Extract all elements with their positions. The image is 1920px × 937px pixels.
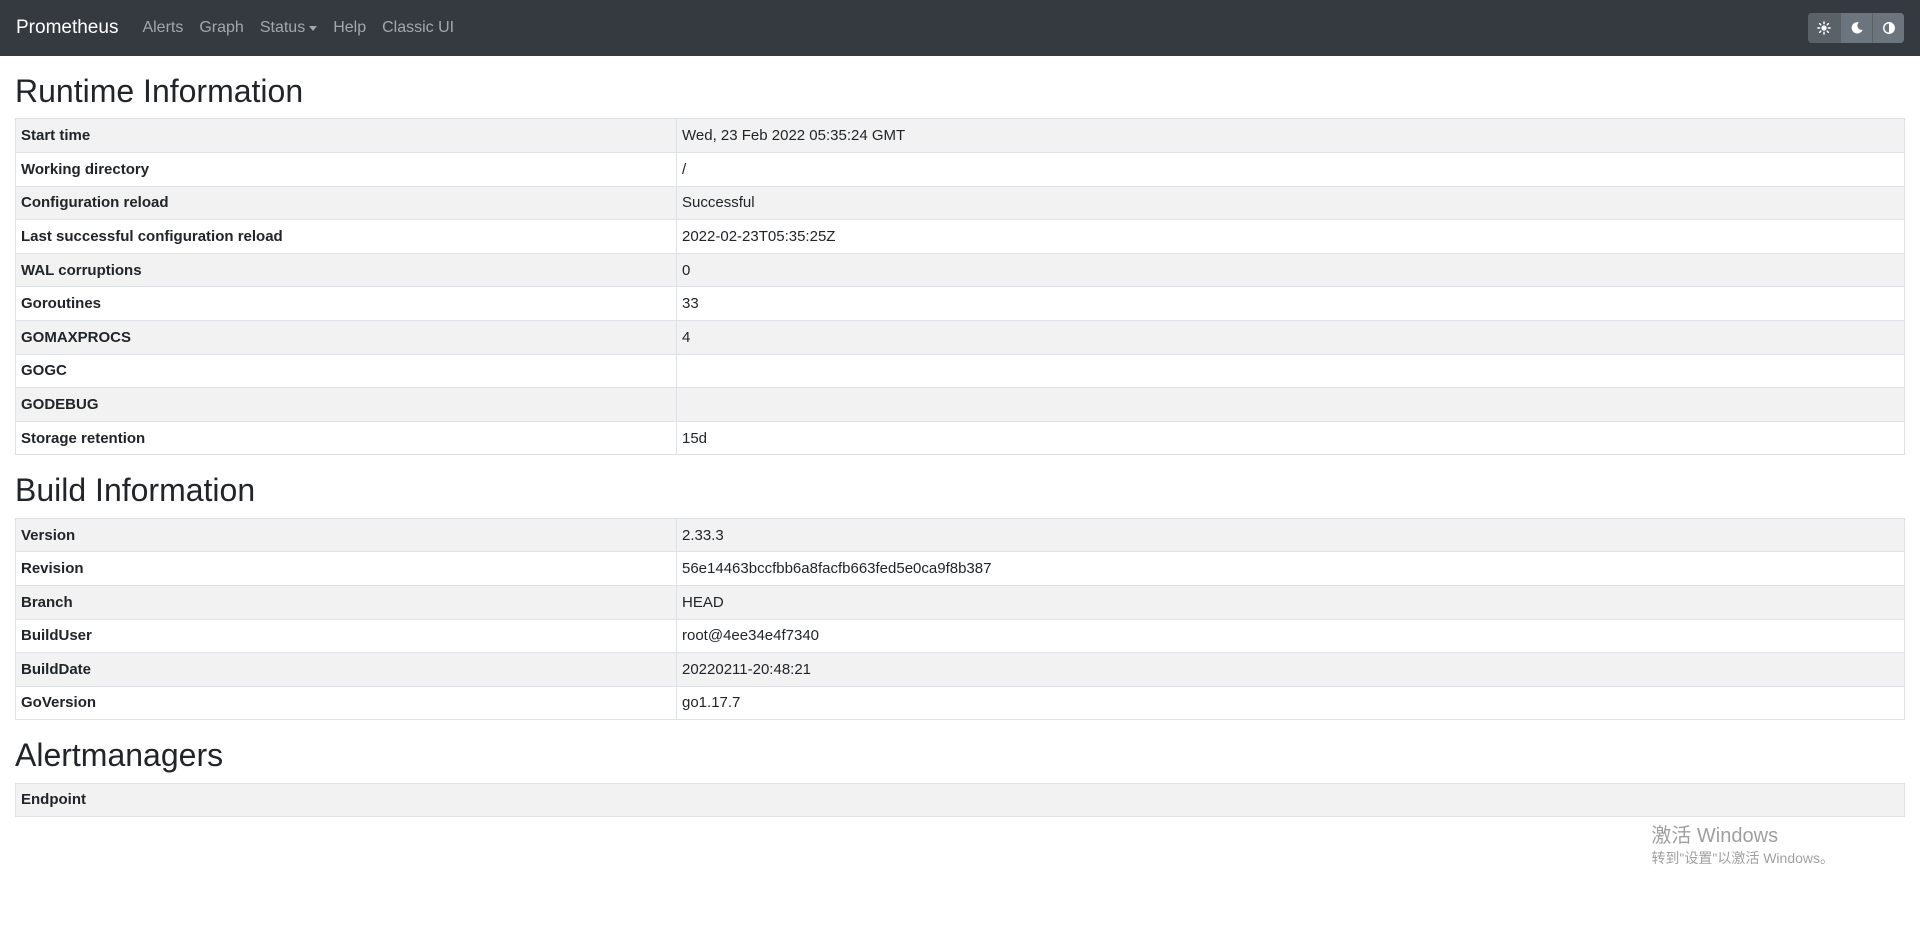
row-key: BuildDate	[15, 652, 677, 687]
table-row: Last successful configuration reload 2022…	[15, 219, 1905, 254]
row-key: Revision	[15, 551, 677, 586]
theme-light-button[interactable]	[1808, 13, 1840, 43]
nav-classic-ui[interactable]: Classic UI	[382, 19, 454, 37]
endpoint-header: Endpoint	[15, 782, 1905, 818]
row-value: /	[676, 151, 1905, 187]
theme-toggle-group	[1808, 13, 1904, 43]
nav-graph[interactable]: Graph	[199, 19, 243, 37]
row-value: HEAD	[676, 584, 1905, 620]
row-value: 2.33.3	[676, 517, 1905, 553]
row-key: Branch	[15, 584, 677, 620]
row-value	[676, 353, 1905, 389]
main-content: Runtime Information Start time Wed, 23 Fe…	[0, 72, 1920, 818]
row-key: WAL corruptions	[15, 252, 677, 288]
row-value: 2022-02-23T05:35:25Z	[676, 219, 1905, 254]
table-row: WAL corruptions 0	[15, 252, 1905, 288]
runtime-info-table: Start time Wed, 23 Feb 2022 05:35:24 GMT …	[15, 118, 1905, 456]
watermark-line-2: 转到"设置"以激活 Windows。	[1651, 849, 1834, 866]
row-value: Wed, 23 Feb 2022 05:35:24 GMT	[676, 118, 1905, 153]
sun-icon	[1817, 21, 1831, 35]
table-row: Branch HEAD	[15, 584, 1905, 620]
nav-help[interactable]: Help	[333, 19, 366, 37]
brand-link[interactable]: Prometheus	[16, 17, 118, 39]
build-info-table: Version 2.33.3 Revision 56e14463bccfbb6a8f…	[15, 517, 1905, 721]
table-row: Goroutines 33	[15, 286, 1905, 321]
row-key: GoVersion	[15, 685, 677, 721]
table-row: GoVersion go1.17.7	[15, 685, 1905, 721]
moon-icon	[1851, 22, 1863, 34]
caret-down-icon	[309, 25, 318, 31]
theme-dark-button[interactable]	[1840, 13, 1872, 43]
row-value: 33	[676, 286, 1905, 321]
row-key: GODEBUG	[15, 387, 677, 422]
row-value: 0	[676, 252, 1905, 288]
row-key: Last successful configuration reload	[15, 219, 677, 254]
alertmanagers-title: Alertmanagers	[15, 737, 224, 774]
adjust-icon	[1882, 22, 1895, 34]
build-info-title: Build Information	[15, 472, 256, 509]
row-value: root@4ee34e4f7340	[676, 618, 1905, 654]
row-value: 20220211-20:48:21	[676, 652, 1905, 687]
table-row: Storage retention 15d	[15, 420, 1905, 456]
row-value: 4	[676, 319, 1905, 355]
row-key: Version	[15, 517, 677, 553]
nav-alerts[interactable]: Alerts	[142, 19, 183, 37]
row-key: GOMAXPROCS	[15, 319, 677, 355]
row-key: BuildUser	[15, 618, 677, 654]
table-row: Version 2.33.3	[15, 517, 1905, 553]
row-value: 15d	[676, 420, 1905, 456]
row-value	[676, 387, 1905, 422]
row-value: Successful	[676, 185, 1905, 221]
table-row: BuildDate 20220211-20:48:21	[15, 652, 1905, 687]
row-key: Storage retention	[15, 420, 677, 456]
table-row: GOMAXPROCS 4	[15, 319, 1905, 355]
row-key: Start time	[15, 118, 677, 153]
table-row: GODEBUG	[15, 387, 1905, 422]
table-row: GOGC	[15, 353, 1905, 389]
row-key: Working directory	[15, 151, 677, 187]
table-row: BuildUser root@4ee34e4f7340	[15, 618, 1905, 654]
row-key: Goroutines	[15, 286, 677, 321]
table-row: Working directory /	[15, 151, 1905, 187]
watermark-line-1: 激活 Windows	[1651, 824, 1779, 847]
windows-activation-watermark: 激活 Windows 转到"设置"以激活 Windows。	[1651, 823, 1834, 867]
top-navbar: Prometheus Alerts Graph Status Help Clas…	[0, 0, 1920, 56]
table-row: Revision 56e14463bccfbb6a8facfb663fed5e0c…	[15, 551, 1905, 586]
row-key: GOGC	[15, 353, 677, 389]
row-key: Configuration reload	[15, 185, 677, 221]
row-value: 56e14463bccfbb6a8facfb663fed5e0ca9f8b387	[676, 551, 1905, 586]
table-row: Configuration reload Successful	[15, 185, 1905, 221]
row-value: go1.17.7	[676, 685, 1905, 721]
alertmanagers-table: Endpoint	[15, 782, 1905, 818]
theme-auto-button[interactable]	[1872, 13, 1904, 43]
runtime-info-title: Runtime Information	[15, 73, 304, 109]
table-header-row: Endpoint	[15, 782, 1905, 818]
nav-status-label: Status	[259, 19, 306, 36]
table-row: Start time Wed, 23 Feb 2022 05:35:24 GMT	[15, 118, 1905, 153]
nav-status-dropdown[interactable]: Status	[259, 19, 318, 37]
